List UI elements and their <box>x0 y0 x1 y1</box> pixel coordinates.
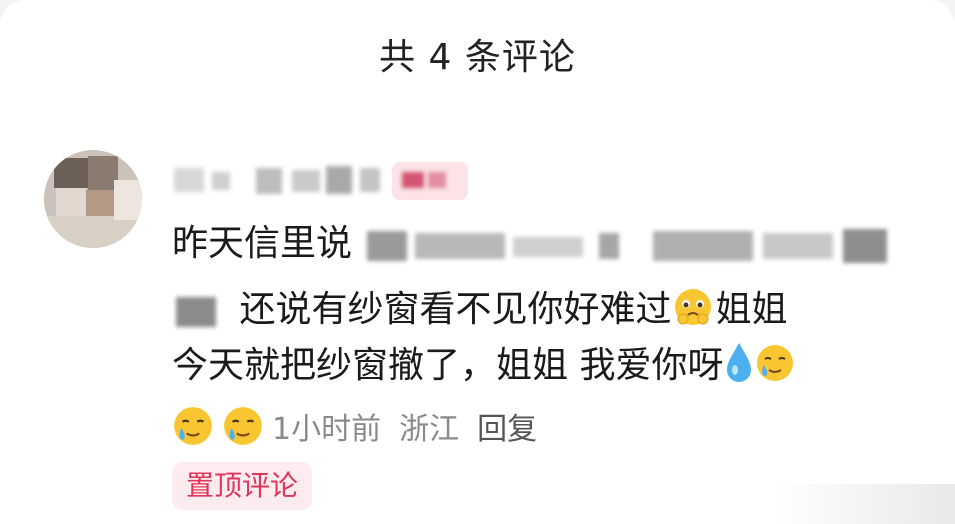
comment-text-2: 还说有纱窗看不见你好难过 <box>239 289 672 330</box>
pinned-comment-badge: 置顶评论 <box>172 462 313 510</box>
comment-count-title: 共 4 条评论 <box>379 37 576 78</box>
comment-meta: 1小时前 浙江 回复 <box>172 398 555 454</box>
comment-time: 1小时前 <box>272 412 382 447</box>
holding-back-tears-emoji <box>675 289 712 325</box>
comment-text-1: 昨天信里说 <box>172 223 353 264</box>
redacted-text-2 <box>172 291 228 331</box>
bottom-shade <box>775 484 955 524</box>
avatar[interactable] <box>44 150 142 248</box>
sad-smile-emoji <box>224 407 262 445</box>
comment-line-2: 还说有纱窗看不见你好难过 姐姐 <box>172 280 912 340</box>
comment-text-2-tail: 姐姐 <box>715 289 788 330</box>
droplet-icon <box>727 343 752 382</box>
comment-text-3: 今天就把纱窗撤了，姐姐 我爱你呀 <box>172 345 724 386</box>
sad-smile-emoji <box>174 407 212 445</box>
comment-location: 浙江 <box>399 412 460 447</box>
redacted-text-1 <box>363 225 893 265</box>
reply-button[interactable]: 回复 <box>477 404 537 448</box>
sad-smile-emoji <box>757 345 794 381</box>
user-badge-redacted <box>392 162 468 200</box>
comment-line-1: 昨天信里说 <box>172 214 912 274</box>
comment-sheet: 共 4 条评论 昨天信里说 还说有纱窗看不见你好难过 姐姐 今天就把纱窗撤了，姐… <box>0 0 955 524</box>
comment-line-3: 今天就把纱窗撤了，姐姐 我爱你呀 <box>172 336 912 396</box>
